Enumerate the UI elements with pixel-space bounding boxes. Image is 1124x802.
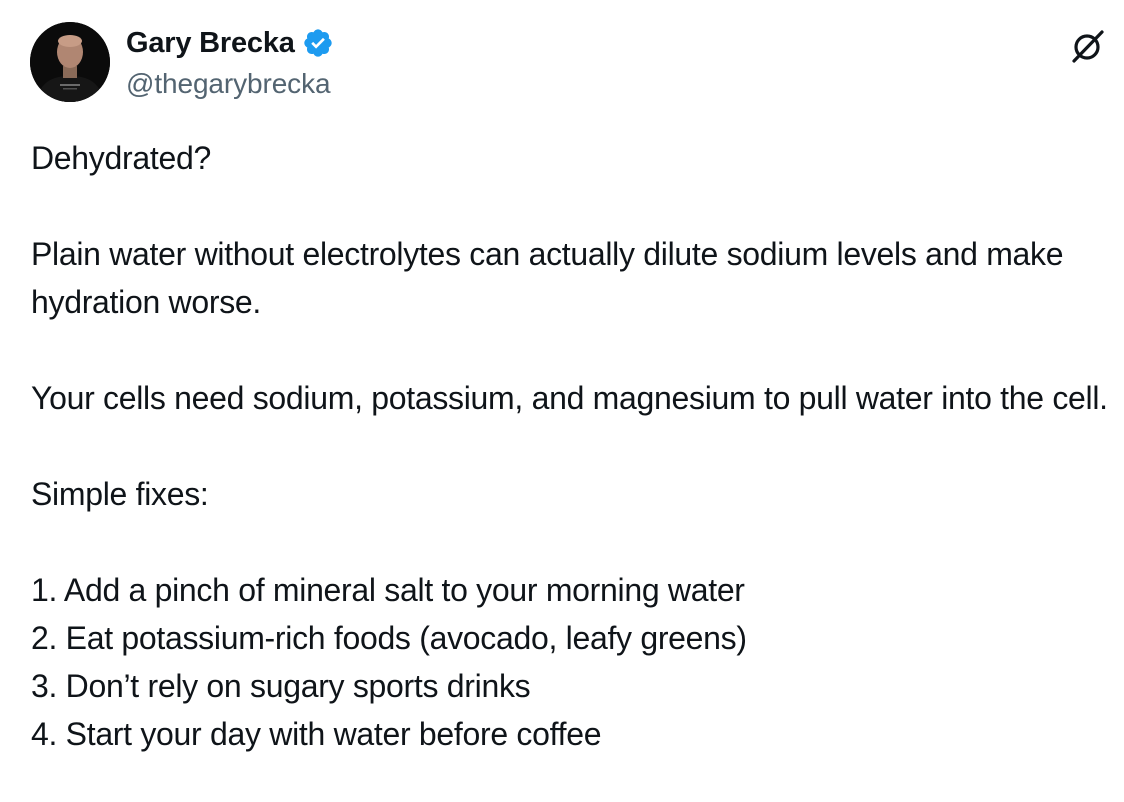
tweet-text: Dehydrated? Plain water without electrol… <box>31 134 1116 758</box>
author-display-name[interactable]: Gary Brecka <box>126 27 295 60</box>
tweet-paragraph: Plain water without electrolytes can act… <box>31 236 1064 320</box>
verified-badge-icon <box>302 27 334 59</box>
author-avatar[interactable] <box>30 22 110 102</box>
tweet-list-item: 1. Add a pinch of mineral salt to your m… <box>31 572 745 608</box>
grok-logo-icon[interactable] <box>1070 28 1106 64</box>
name-row: Gary Brecka <box>126 26 334 60</box>
tweet-paragraph: Your cells need sodium, potassium, and m… <box>31 380 1108 416</box>
tweet-paragraph: Dehydrated? <box>31 140 211 176</box>
tweet-paragraph: Simple fixes: <box>31 476 209 512</box>
tweet-list-item: 3. Don’t rely on sugary sports drinks <box>31 668 531 704</box>
author-info: Gary Brecka @thegarybrecka <box>126 26 334 100</box>
tweet-list-item: 2. Eat potassium-rich foods (avocado, le… <box>31 620 747 656</box>
author-handle[interactable]: @thegarybrecka <box>126 68 334 100</box>
tweet-list-item: 4. Start your day with water before coff… <box>31 716 602 752</box>
avatar-image <box>30 22 110 102</box>
tweet-card: Gary Brecka @thegarybrecka Dehydrated? P… <box>0 0 1124 802</box>
